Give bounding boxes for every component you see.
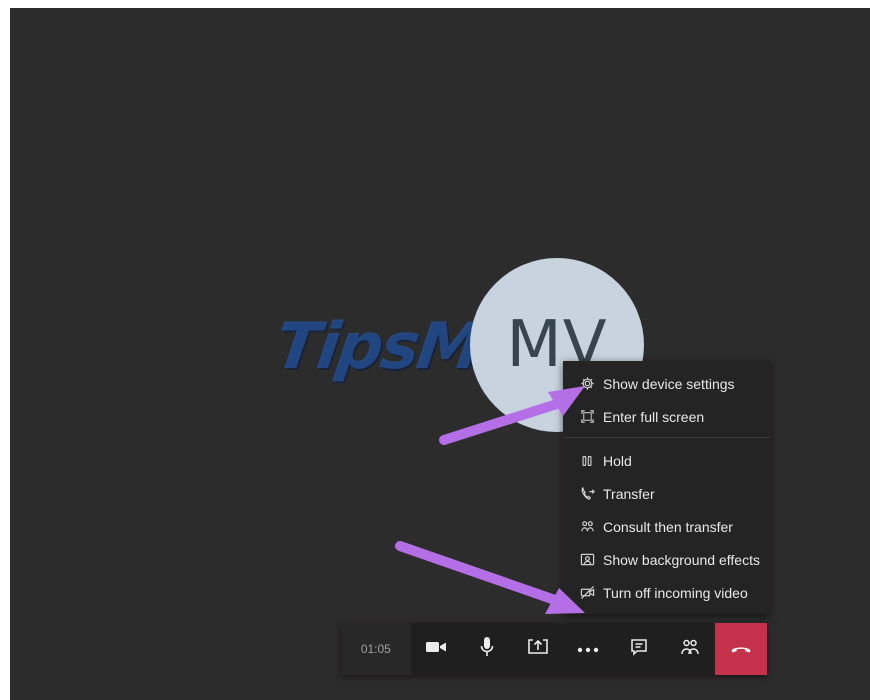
transfer-icon xyxy=(579,486,595,502)
participants-button[interactable] xyxy=(665,623,716,675)
gear-icon xyxy=(579,376,595,392)
menu-divider xyxy=(563,437,770,438)
call-duration: 01:05 xyxy=(341,623,411,675)
menu-item-label: Enter full screen xyxy=(603,408,705,425)
annotation-arrow-lower xyxy=(395,541,585,614)
more-options-icon xyxy=(577,640,599,658)
menu-item-hold[interactable]: Hold xyxy=(563,444,770,477)
menu-item-label: Show background effects xyxy=(603,551,760,568)
menu-item-label: Transfer xyxy=(603,485,655,502)
call-control-bar: 01:05 xyxy=(341,623,768,675)
call-stage: TipsMake MV Show device settings Enter f… xyxy=(10,8,870,700)
menu-item-consult-then-transfer[interactable]: Consult then transfer xyxy=(563,510,770,543)
menu-item-enter-full-screen[interactable]: Enter full screen xyxy=(563,400,770,433)
consult-transfer-icon xyxy=(579,519,595,535)
video-off-icon xyxy=(579,585,595,601)
pause-icon xyxy=(579,453,595,469)
chat-button[interactable] xyxy=(614,623,665,675)
menu-item-label: Turn off incoming video xyxy=(603,584,748,601)
menu-item-transfer[interactable]: Transfer xyxy=(563,477,770,510)
camera-icon xyxy=(425,639,447,660)
menu-item-turn-off-incoming-video[interactable]: Turn off incoming video xyxy=(563,576,770,609)
background-effects-icon xyxy=(579,552,595,568)
menu-item-label: Consult then transfer xyxy=(603,518,733,535)
microphone-button[interactable] xyxy=(461,623,512,675)
more-options-menu: Show device settings Enter full screen H… xyxy=(563,361,770,614)
camera-button[interactable] xyxy=(411,623,462,675)
menu-item-label: Hold xyxy=(603,452,632,469)
menu-item-show-background-effects[interactable]: Show background effects xyxy=(563,543,770,576)
chat-icon xyxy=(630,638,648,661)
share-screen-icon xyxy=(527,637,549,662)
microphone-icon xyxy=(479,636,495,663)
hang-up-icon xyxy=(730,640,752,658)
share-screen-button[interactable] xyxy=(512,623,563,675)
more-options-button[interactable] xyxy=(563,623,614,675)
hang-up-button[interactable] xyxy=(715,623,768,675)
menu-item-label: Show device settings xyxy=(603,375,735,392)
participants-icon xyxy=(680,637,700,662)
fullscreen-icon xyxy=(579,409,595,425)
menu-item-show-device-settings[interactable]: Show device settings xyxy=(563,367,770,400)
